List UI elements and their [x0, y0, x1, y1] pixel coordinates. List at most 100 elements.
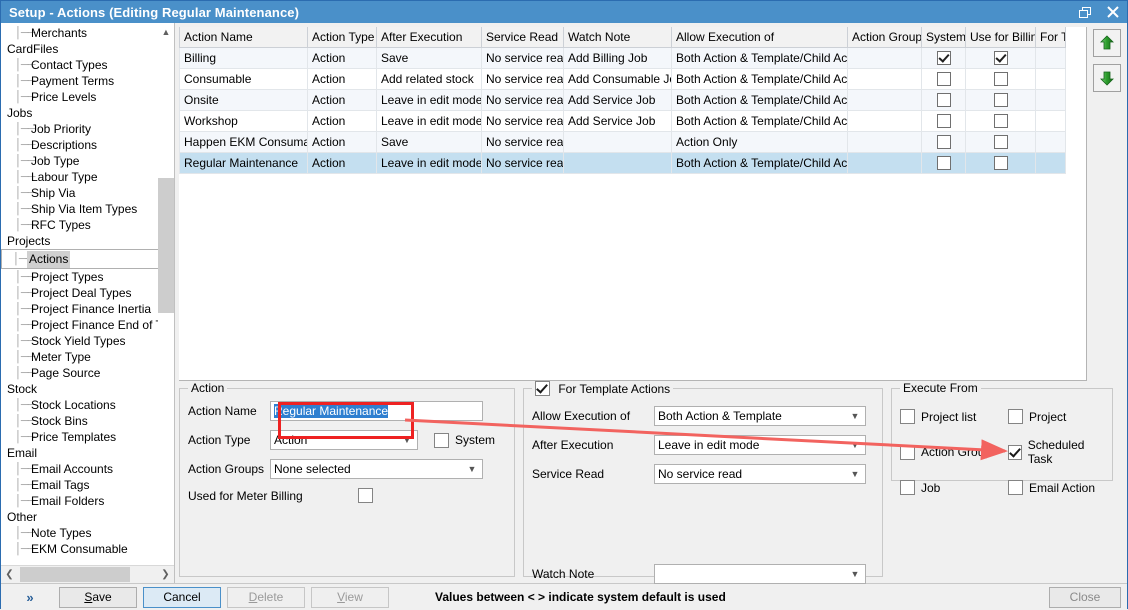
grid-column-header[interactable]: Use for Billing: [966, 27, 1036, 48]
move-down-button[interactable]: [1093, 64, 1121, 92]
sidebar-item-email-accounts[interactable]: │──Email Accounts: [1, 461, 174, 477]
sidebar-item-email[interactable]: Email: [1, 445, 174, 461]
system-checkbox[interactable]: [937, 93, 951, 107]
after-execution-select[interactable]: Leave in edit mode ▼: [654, 435, 866, 455]
sidebar-item-meter-type[interactable]: │──Meter Type: [1, 349, 174, 365]
sidebar-item-cardfiles[interactable]: CardFiles: [1, 41, 174, 57]
scroll-up-icon[interactable]: ▲: [158, 23, 174, 40]
sidebar-item-projects[interactable]: Projects: [1, 233, 174, 249]
sidebar-item-note-types[interactable]: │──Note Types: [1, 525, 174, 541]
use-for-billing-checkbox[interactable]: [994, 156, 1008, 170]
checkbox-scheduled-task[interactable]: [1008, 445, 1022, 460]
scroll-right-icon[interactable]: ❯: [157, 566, 174, 583]
for-template-actions-checkbox[interactable]: [535, 381, 550, 396]
grid-column-header[interactable]: Action Type: [308, 27, 377, 48]
system-checkbox[interactable]: [937, 135, 951, 149]
sidebar-item-stock[interactable]: Stock: [1, 381, 174, 397]
sidebar-item-project-types[interactable]: │──Project Types: [1, 269, 174, 285]
double-chevron-right-icon[interactable]: »: [7, 590, 53, 605]
table-row[interactable]: Regular MaintenanceActionLeave in edit m…: [180, 153, 1066, 174]
sidebar-item-job-priority[interactable]: │──Job Priority: [1, 121, 174, 137]
sidebar-item-project-finance-end-of-term[interactable]: │──Project Finance End of Term: [1, 317, 174, 333]
close-icon[interactable]: [1099, 1, 1127, 23]
scroll-thumb[interactable]: [158, 178, 174, 313]
sidebar-item-price-levels[interactable]: │──Price Levels: [1, 89, 174, 105]
system-checkbox[interactable]: [937, 51, 951, 65]
save-button[interactable]: Save: [59, 587, 137, 608]
hscroll-thumb[interactable]: [20, 567, 130, 582]
grid-column-header[interactable]: For Ten: [1036, 27, 1066, 48]
hscroll-track[interactable]: [18, 566, 157, 583]
table-row[interactable]: Happen EKM ConsumableActionSaveNo servic…: [180, 132, 1066, 153]
sidebar-item-labour-type[interactable]: │──Labour Type: [1, 169, 174, 185]
sidebar-item-stock-yield-types[interactable]: │──Stock Yield Types: [1, 333, 174, 349]
use-for-billing-checkbox[interactable]: [994, 114, 1008, 128]
actions-grid[interactable]: Action NameAction TypeAfter ExecutionSer…: [179, 27, 1066, 174]
tree-horizontal-scrollbar[interactable]: ❮ ❯: [1, 565, 174, 583]
execute-from-option[interactable]: Action Group: [900, 438, 1008, 466]
use-for-billing-checkbox[interactable]: [994, 51, 1008, 65]
sidebar-item-email-tags[interactable]: │──Email Tags: [1, 477, 174, 493]
table-row[interactable]: WorkshopActionLeave in edit modeNo servi…: [180, 111, 1066, 132]
setup-tree[interactable]: │──MerchantsCardFiles│──Contact Types│──…: [1, 23, 174, 565]
table-row[interactable]: ConsumableActionAdd related stockNo serv…: [180, 69, 1066, 90]
scroll-left-icon[interactable]: ❮: [1, 566, 18, 583]
use-for-billing-checkbox[interactable]: [994, 135, 1008, 149]
sidebar-item-ship-via-item-types[interactable]: │──Ship Via Item Types: [1, 201, 174, 217]
checkbox-job[interactable]: [900, 480, 915, 495]
allow-execution-select[interactable]: Both Action & Template ▼: [654, 406, 866, 426]
grid-column-header[interactable]: Action Groups: [848, 27, 922, 48]
grid-column-header[interactable]: After Execution: [377, 27, 482, 48]
sidebar-item-actions[interactable]: │──Actions: [1, 249, 174, 269]
sidebar-item-project-deal-types[interactable]: │──Project Deal Types: [1, 285, 174, 301]
restore-icon[interactable]: [1071, 1, 1099, 23]
sidebar-item-other[interactable]: Other: [1, 509, 174, 525]
checkbox-project-list[interactable]: [900, 409, 915, 424]
meter-billing-checkbox[interactable]: [358, 488, 373, 503]
execute-from-option[interactable]: Project: [1008, 409, 1104, 424]
move-up-button[interactable]: [1093, 29, 1121, 57]
actions-grid-container[interactable]: Action NameAction TypeAfter ExecutionSer…: [179, 27, 1087, 381]
sidebar-item-page-source[interactable]: │──Page Source: [1, 365, 174, 381]
sidebar-item-descriptions[interactable]: │──Descriptions: [1, 137, 174, 153]
checkbox-action-group[interactable]: [900, 445, 915, 460]
cancel-button[interactable]: Cancel: [143, 587, 221, 608]
sidebar-item-merchants[interactable]: │──Merchants: [1, 25, 174, 41]
execute-from-option[interactable]: Project list: [900, 409, 1008, 424]
grid-body[interactable]: BillingActionSaveNo service readAdd Bill…: [180, 48, 1066, 174]
table-row[interactable]: OnsiteActionLeave in edit modeNo service…: [180, 90, 1066, 111]
grid-header-row[interactable]: Action NameAction TypeAfter ExecutionSer…: [180, 27, 1066, 48]
sidebar-item-ekm-consumable[interactable]: │──EKM Consumable: [1, 541, 174, 557]
sidebar-item-contact-types[interactable]: │──Contact Types: [1, 57, 174, 73]
watch-note-select[interactable]: ▼: [654, 564, 866, 584]
sidebar-item-rfc-types[interactable]: │──RFC Types: [1, 217, 174, 233]
table-row[interactable]: BillingActionSaveNo service readAdd Bill…: [180, 48, 1066, 69]
sidebar-item-price-templates[interactable]: │──Price Templates: [1, 429, 174, 445]
system-checkbox[interactable]: [937, 72, 951, 86]
system-checkbox[interactable]: [937, 156, 951, 170]
checkbox-email-action[interactable]: [1008, 480, 1023, 495]
action-groups-select[interactable]: None selected ▼: [270, 459, 483, 479]
sidebar-item-project-finance-inertia[interactable]: │──Project Finance Inertia: [1, 301, 174, 317]
service-read-select[interactable]: No service read ▼: [654, 464, 866, 484]
grid-column-header[interactable]: Action Name: [180, 27, 308, 48]
checkbox-project[interactable]: [1008, 409, 1023, 424]
sidebar-item-jobs[interactable]: Jobs: [1, 105, 174, 121]
execute-from-option[interactable]: Scheduled Task: [1008, 438, 1104, 466]
sidebar-item-ship-via[interactable]: │──Ship Via: [1, 185, 174, 201]
sidebar-item-stock-locations[interactable]: │──Stock Locations: [1, 397, 174, 413]
action-name-input[interactable]: Regular Maintenance: [270, 401, 483, 421]
sidebar-item-job-type[interactable]: │──Job Type: [1, 153, 174, 169]
execute-from-option[interactable]: Email Action: [1008, 480, 1104, 495]
sidebar-item-email-folders[interactable]: │──Email Folders: [1, 493, 174, 509]
grid-column-header[interactable]: Allow Execution of: [672, 27, 848, 48]
close-button[interactable]: Close: [1049, 587, 1121, 608]
action-type-select[interactable]: Action ▼: [270, 430, 418, 450]
use-for-billing-checkbox[interactable]: [994, 72, 1008, 86]
system-checkbox[interactable]: [937, 114, 951, 128]
tree-vertical-scrollbar[interactable]: ▲ ▼: [158, 23, 174, 583]
sidebar-item-payment-terms[interactable]: │──Payment Terms: [1, 73, 174, 89]
system-checkbox[interactable]: [434, 433, 449, 448]
use-for-billing-checkbox[interactable]: [994, 93, 1008, 107]
grid-column-header[interactable]: Watch Note: [564, 27, 672, 48]
